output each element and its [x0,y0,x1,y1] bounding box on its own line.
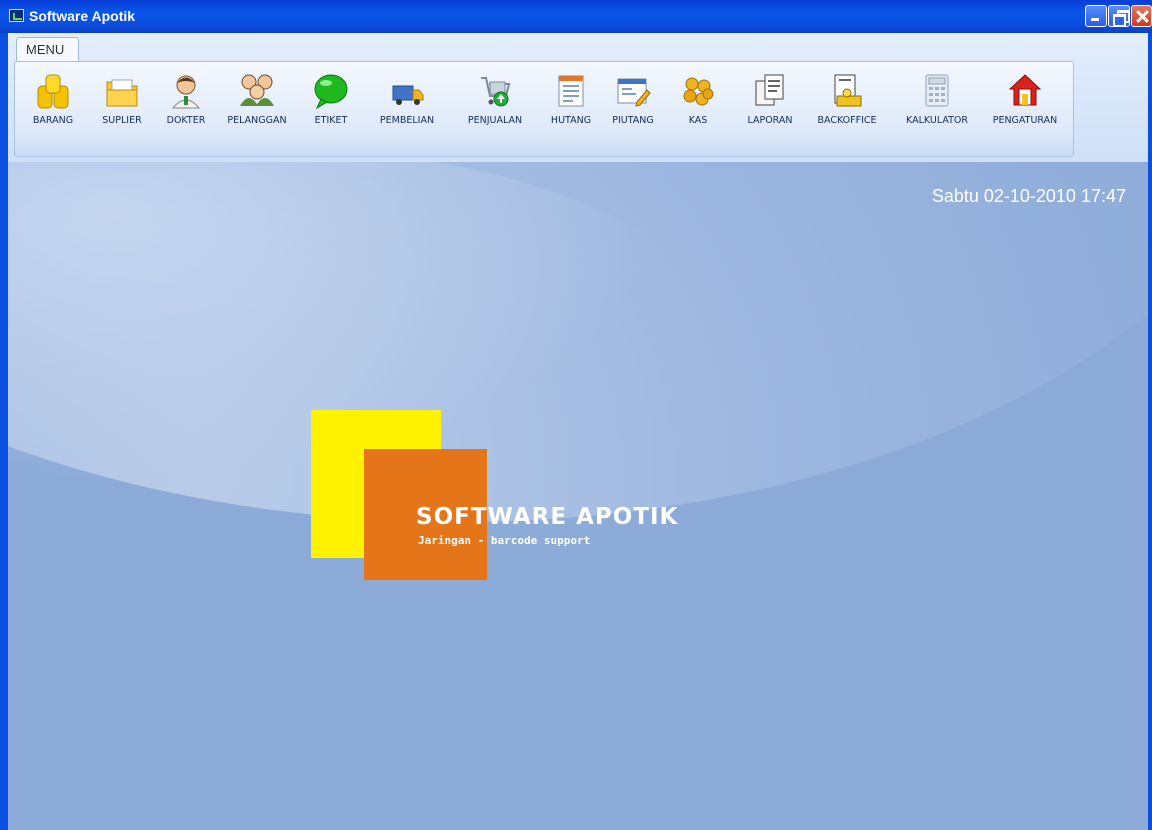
window-title: Software Apotik [29,8,136,24]
piutang-button[interactable]: PIUTANG [604,72,662,132]
pelanggan-button[interactable]: PELANGGAN [222,72,292,132]
speech-bubble-icon [314,74,348,110]
kalkulator-button[interactable]: KALKULATOR [894,72,980,132]
pembelian-button[interactable]: PEMBELIAN [368,72,446,132]
folder-icon [106,79,138,107]
penjualan-button[interactable]: PENJUALAN [456,72,534,132]
suplier-label: SUPLIER [102,115,142,126]
ribbon: MENU BARANG SUPLIER DOKTER PELANGGAN ETI… [0,33,1152,162]
shopping-cart-icon [481,77,511,107]
laporan-label: LAPORAN [747,115,793,126]
ribbon-group-menu: BARANG SUPLIER DOKTER PELANGGAN ETIKET P… [14,61,1074,157]
title-bar[interactable]: Software Apotik [0,0,1152,33]
main-workspace: Sabtu 02-10-2010 17:47 SOFTWARE APOTIK J… [0,162,1152,830]
barang-label: BARANG [32,115,74,126]
backoffice-label: BACKOFFICE [817,115,877,126]
kas-label: KAS [688,115,708,126]
calculator-icon [925,74,949,107]
splash-subtitle: Jaringan - barcode support [418,534,591,547]
suplier-button[interactable]: SUPLIER [94,72,150,132]
report-documents-icon [755,74,784,106]
kalkulator-label: KALKULATOR [906,115,968,126]
tab-menu[interactable]: MENU [16,37,79,61]
app-icon[interactable] [9,9,24,22]
pengaturan-label: PENGATURAN [992,115,1058,126]
kas-button[interactable]: KAS [678,72,718,132]
date-time-display: Sabtu 02-10-2010 17:47 [931,186,1126,206]
dokter-label: DOKTER [166,115,206,126]
close-button[interactable] [1131,5,1152,27]
pelanggan-label: PELANGGAN [227,115,287,126]
customers-icon [240,74,274,106]
pengaturan-button[interactable]: PENGATURAN [984,72,1066,132]
splash-title: SOFTWARE APOTIK [416,504,679,530]
hutang-label: HUTANG [550,115,592,126]
hutang-button[interactable]: HUTANG [542,72,600,132]
home-settings-icon [1008,74,1042,106]
laporan-button[interactable]: LAPORAN [740,72,800,132]
pembelian-label: PEMBELIAN [379,115,435,126]
backoffice-icon [834,74,862,107]
etiket-button[interactable]: ETIKET [306,72,356,132]
barang-button[interactable]: BARANG [25,72,81,132]
receivable-card-icon [617,78,651,107]
ledger-icon [558,75,584,107]
cash-coins-icon [683,77,714,106]
minimize-button[interactable] [1085,5,1107,27]
dokter-button[interactable]: DOKTER [160,72,212,132]
coins-stack-icon [37,74,69,109]
etiket-label: ETIKET [314,115,348,126]
doctor-icon [171,75,201,109]
restore-button[interactable] [1108,5,1130,27]
piutang-label: PIUTANG [612,115,654,126]
delivery-truck-icon [392,85,424,105]
backoffice-button[interactable]: BACKOFFICE [804,72,890,132]
penjualan-label: PENJUALAN [467,115,523,126]
